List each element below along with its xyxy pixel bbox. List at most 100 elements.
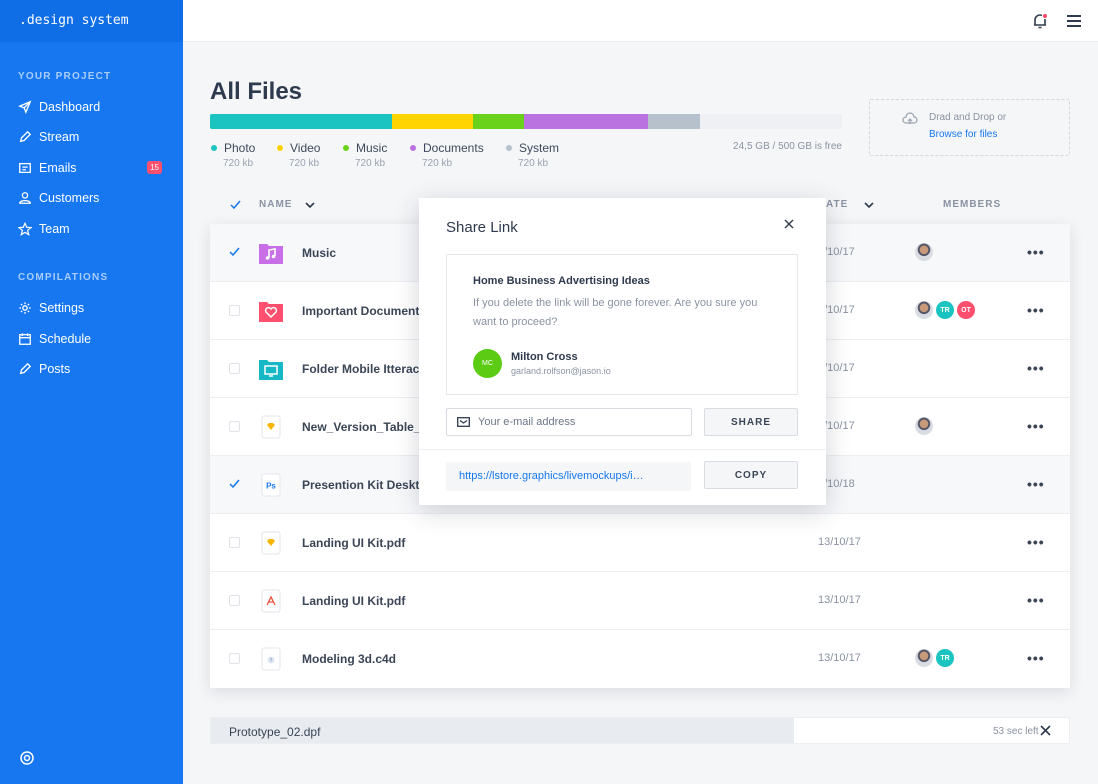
sidebar: .design system YOUR PROJECT Dashboard St… — [0, 0, 183, 784]
more-options-button[interactable]: ••• — [1027, 302, 1045, 318]
members-list — [915, 417, 936, 435]
svg-text:Ps: Ps — [266, 482, 276, 491]
table-row[interactable]: Landing UI Kit.pdf13/10/17••• — [210, 514, 1070, 572]
sidebar-item-label: Team — [39, 222, 70, 236]
legend-label: Music — [356, 141, 387, 155]
file-name[interactable]: Landing UI Kit.pdf — [302, 536, 405, 550]
legend-label: Video — [290, 141, 320, 155]
legend-dot — [211, 145, 217, 151]
sidebar-item-label: Emails — [39, 161, 77, 175]
gear-icon[interactable] — [19, 750, 35, 766]
emails-count-badge: 15 — [147, 161, 162, 174]
sidebar-item-posts[interactable]: Posts — [18, 358, 168, 380]
more-options-button[interactable]: ••• — [1027, 244, 1045, 260]
legend-size: 720 kb — [506, 158, 559, 169]
legend-dot — [410, 145, 416, 151]
column-header-name[interactable]: NAME — [259, 199, 292, 210]
sidebar-item-schedule[interactable]: Schedule — [18, 328, 168, 350]
avatar[interactable] — [915, 301, 933, 319]
sidebar-item-label: Schedule — [39, 332, 91, 346]
storage-free-text: 24,5 GB / 500 GB is free — [700, 141, 842, 152]
hamburger-menu-icon[interactable] — [1066, 13, 1082, 29]
copy-button[interactable]: COPY — [704, 461, 798, 489]
table-row[interactable]: ?Modeling 3d.c4d13/10/17TR••• — [210, 630, 1070, 688]
file-name[interactable]: Music — [302, 246, 336, 260]
more-options-button[interactable]: ••• — [1027, 418, 1045, 434]
avatar[interactable] — [915, 649, 933, 667]
brand-logo[interactable]: .design system — [0, 0, 183, 42]
legend-dot — [277, 145, 283, 151]
legend-label: Documents — [423, 141, 484, 155]
row-checkbox[interactable] — [229, 479, 240, 490]
column-header-date[interactable]: ATE — [826, 199, 848, 210]
row-checkbox[interactable] — [229, 653, 240, 664]
more-options-button[interactable]: ••• — [1027, 360, 1045, 376]
table-row[interactable]: Landing UI Kit.pdf13/10/17••• — [210, 572, 1070, 630]
user-name: Milton Cross — [511, 351, 578, 363]
file-name[interactable]: Landing UI Kit.pdf — [302, 594, 405, 608]
members-list: TROT — [915, 301, 978, 319]
row-checkbox[interactable] — [229, 595, 240, 606]
divider — [419, 449, 826, 450]
sidebar-item-settings[interactable]: Settings — [18, 297, 168, 319]
sidebar-item-team[interactable]: Team — [18, 218, 168, 240]
chevron-down-icon[interactable] — [304, 199, 316, 211]
gear-icon — [18, 301, 32, 315]
row-checkbox[interactable] — [229, 305, 240, 316]
sidebar-item-label: Stream — [39, 130, 79, 144]
select-all-checkbox[interactable] — [229, 198, 242, 211]
legend-item: Documents 720 kb — [410, 141, 484, 169]
storage-segment — [392, 114, 473, 129]
share-link-field[interactable]: https://lstore.graphics/livemockups/i… — [446, 462, 691, 491]
row-checkbox[interactable] — [229, 421, 240, 432]
send-icon — [18, 100, 32, 114]
avatar[interactable] — [915, 417, 933, 435]
row-checkbox[interactable] — [229, 247, 240, 258]
cloud-upload-icon — [902, 112, 918, 126]
legend-item: System720 kb — [506, 141, 559, 169]
file-dropzone[interactable]: Drad and Drop or Browse for files — [869, 99, 1070, 156]
monitor-folder-icon — [258, 357, 284, 381]
share-link-modal: Share Link Home Business Advertising Ide… — [419, 198, 826, 505]
avatar[interactable]: TR — [936, 649, 954, 667]
user-email: garland.rolfson@jason.io — [511, 366, 611, 376]
bell-icon[interactable] — [1031, 12, 1049, 30]
top-bar — [183, 0, 1098, 42]
checkmark-icon — [228, 477, 241, 490]
email-field[interactable] — [446, 408, 692, 436]
avatar[interactable]: OT — [957, 301, 975, 319]
legend-size: 720 kb — [277, 158, 320, 169]
legend-size: 720 kb — [410, 158, 484, 169]
section-title-project: YOUR PROJECT — [18, 71, 111, 82]
more-options-button[interactable]: ••• — [1027, 476, 1045, 492]
modal-title: Share Link — [446, 219, 518, 236]
browse-files-link[interactable]: Browse for files — [929, 129, 997, 140]
file-name[interactable]: Modeling 3d.c4d — [302, 652, 396, 666]
user-icon — [18, 191, 32, 205]
chevron-down-icon[interactable] — [863, 199, 875, 211]
upload-file-name: Prototype_02.dpf — [229, 725, 320, 739]
page-title: All Files — [210, 78, 302, 106]
row-checkbox[interactable] — [229, 363, 240, 374]
sidebar-item-dashboard[interactable]: Dashboard — [18, 96, 168, 118]
more-options-button[interactable]: ••• — [1027, 650, 1045, 666]
close-icon[interactable] — [1040, 725, 1051, 736]
more-options-button[interactable]: ••• — [1027, 592, 1045, 608]
heart-folder-icon — [258, 299, 284, 323]
share-button[interactable]: SHARE — [704, 408, 798, 436]
avatar: MC — [473, 349, 502, 378]
avatar[interactable] — [915, 243, 933, 261]
sidebar-item-customers[interactable]: Customers — [18, 187, 168, 209]
avatar[interactable]: TR — [936, 301, 954, 319]
file-name[interactable]: Important Documents — [302, 304, 426, 318]
file-date: 13/10/17 — [818, 652, 861, 664]
sidebar-item-stream[interactable]: Stream — [18, 126, 168, 148]
close-icon[interactable] — [783, 218, 795, 230]
pdf-file-icon — [258, 589, 284, 613]
sidebar-item-emails[interactable]: Emails 15 — [18, 157, 168, 179]
storage-segment — [473, 114, 524, 129]
row-checkbox[interactable] — [229, 537, 240, 548]
more-options-button[interactable]: ••• — [1027, 534, 1045, 550]
sidebar-item-label: Settings — [39, 301, 84, 315]
upload-progress-bar: Prototype_02.dpf 53 sec left — [210, 717, 1070, 744]
